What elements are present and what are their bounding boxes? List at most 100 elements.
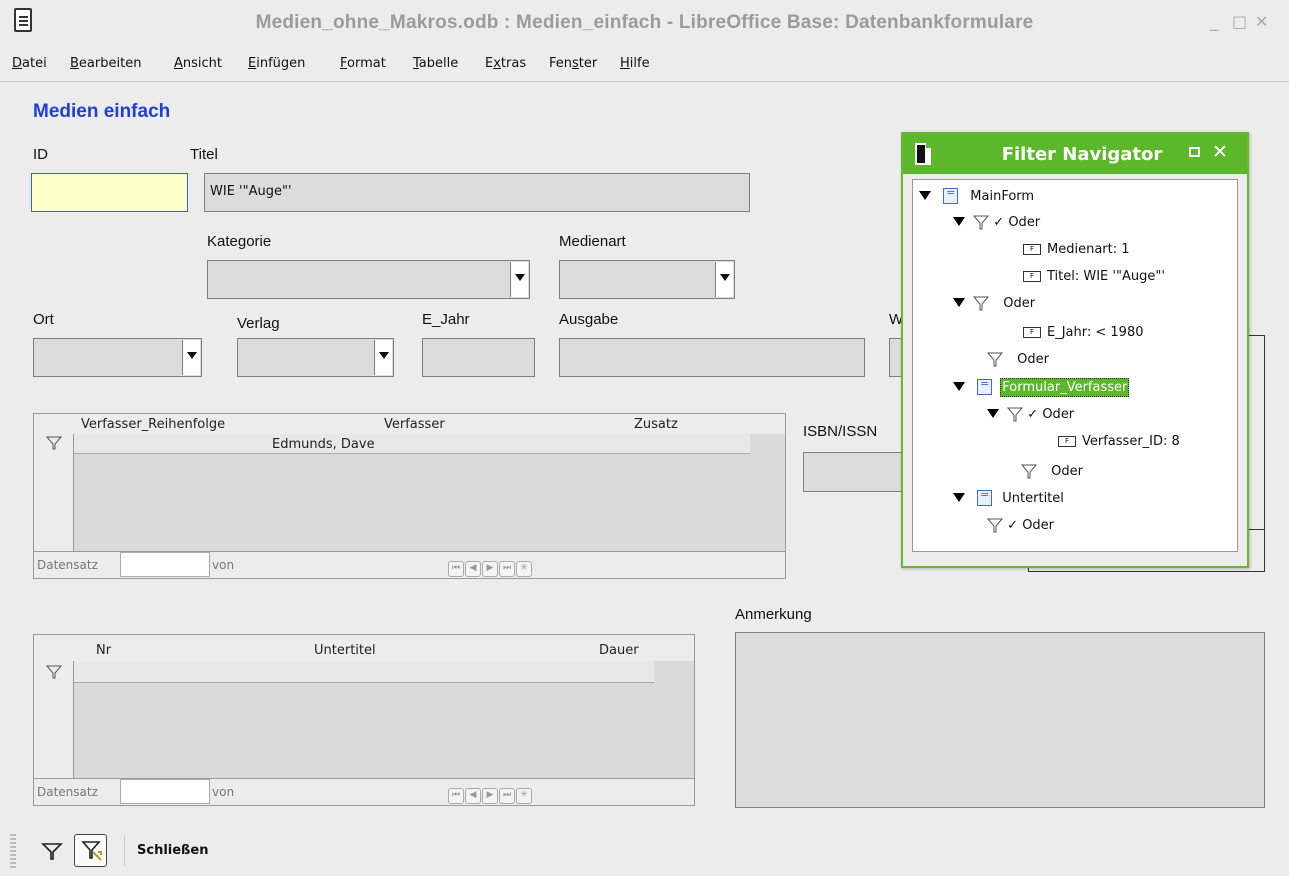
previous-record-icon[interactable]: ◀: [465, 788, 481, 804]
record-number-field[interactable]: [120, 779, 210, 804]
filter-row-icon: [46, 665, 62, 679]
tree-label: Verfasser_ID: 8: [1082, 434, 1180, 449]
new-record-icon[interactable]: ✳: [516, 561, 532, 577]
tree-item-condition[interactable]: F E_Jahr: < 1980: [1023, 325, 1144, 340]
maximize-icon[interactable]: [1189, 147, 1200, 157]
previous-record-icon[interactable]: ◀: [465, 561, 481, 577]
menu-datei[interactable]: Datei: [12, 56, 47, 71]
toolbar-grip[interactable]: [10, 834, 16, 868]
expand-triangle-icon[interactable]: [919, 190, 931, 200]
row-header-column: [34, 434, 74, 551]
tree-item-condition[interactable]: F Verfasser_ID: 8: [1058, 434, 1180, 449]
last-record-icon[interactable]: ⏭: [499, 561, 515, 577]
first-record-icon[interactable]: ⏮: [448, 788, 464, 804]
menu-einfuegen[interactable]: Einfügen: [248, 56, 305, 71]
expand-triangle-icon[interactable]: [953, 381, 965, 391]
ausgabe-label: Ausgabe: [559, 311, 619, 328]
column-header[interactable]: Verfasser_Reihenfolge: [81, 417, 225, 432]
record-number-field[interactable]: [120, 552, 210, 577]
menu-hilfe[interactable]: Hilfe: [620, 56, 650, 71]
tree-item-condition[interactable]: F Medienart: 1: [1023, 242, 1130, 257]
tree-item-condition[interactable]: F Titel: WIE '"Auge"': [1023, 269, 1165, 284]
chevron-down-icon[interactable]: [182, 340, 200, 375]
verfasser-grid[interactable]: Verfasser_Reihenfolge Verfasser Zusatz E…: [33, 413, 786, 579]
chevron-down-icon[interactable]: [374, 340, 392, 375]
close-window-button[interactable]: ✕: [1255, 12, 1268, 31]
expand-triangle-icon[interactable]: [953, 492, 965, 502]
tree-item-oder[interactable]: ✓ Oder: [953, 215, 1040, 230]
filter-navigator-titlebar[interactable]: Filter Navigator ✕: [903, 134, 1247, 174]
menu-tabelle[interactable]: Tabelle: [413, 56, 458, 71]
table-row[interactable]: [74, 661, 654, 683]
new-record-icon[interactable]: ✳: [516, 788, 532, 804]
column-header[interactable]: Dauer: [599, 643, 639, 658]
maximize-button[interactable]: □: [1232, 12, 1247, 31]
apply-filter-icon[interactable]: [41, 841, 63, 861]
kategorie-label: Kategorie: [207, 233, 272, 250]
expand-triangle-icon[interactable]: [987, 409, 999, 418]
field-icon: F: [1023, 327, 1041, 338]
tree-item-oder[interactable]: ✓ Oder: [987, 518, 1054, 533]
first-record-icon[interactable]: ⏮: [448, 561, 464, 577]
tree-item-oder[interactable]: Oder: [987, 352, 1049, 367]
expand-triangle-icon[interactable]: [953, 217, 965, 226]
column-header[interactable]: Zusatz: [634, 417, 678, 432]
chevron-down-icon[interactable]: [510, 262, 528, 297]
chevron-down-icon[interactable]: [715, 262, 733, 297]
field-icon: F: [1058, 436, 1076, 447]
verlag-combo[interactable]: [237, 338, 394, 377]
tree-label: Oder: [1022, 518, 1055, 533]
menu-ansicht[interactable]: Ansicht: [174, 56, 222, 71]
kategorie-combo[interactable]: [207, 260, 530, 299]
tree-item-formular-verfasser[interactable]: Formular_Verfasser: [953, 377, 1130, 397]
e-jahr-field[interactable]: [422, 338, 535, 377]
menu-bearbeiten[interactable]: Bearbeiten: [70, 56, 141, 71]
table-row[interactable]: [74, 434, 750, 454]
column-header[interactable]: Nr: [96, 643, 111, 658]
menu-fenster[interactable]: Fenster: [549, 56, 597, 71]
filter-funnel-icon: [987, 352, 1003, 367]
tree-label: Oder: [1051, 464, 1083, 479]
column-header[interactable]: Verfasser: [384, 417, 445, 432]
filter-navigator-toggle-button[interactable]: [74, 834, 107, 867]
toolbar-separator: [124, 836, 125, 866]
tree-label: Untertitel: [1002, 490, 1064, 506]
e-jahr-label: E_Jahr: [422, 311, 470, 328]
isbn-field[interactable]: [803, 452, 913, 492]
ausgabe-field[interactable]: [559, 338, 865, 377]
nav-buttons: ⏮ ◀ ▶ ⏭ ✳: [448, 782, 533, 804]
tree-item-mainform[interactable]: MainForm: [919, 186, 1034, 204]
expand-triangle-icon[interactable]: [953, 298, 965, 307]
close-icon[interactable]: ✕: [1212, 141, 1228, 163]
tree-item-untertitel[interactable]: Untertitel: [953, 488, 1064, 506]
column-header[interactable]: Untertitel: [314, 643, 376, 658]
next-record-icon[interactable]: ▶: [482, 561, 498, 577]
menu-format[interactable]: Format: [340, 56, 386, 71]
close-filter-button[interactable]: Schließen: [137, 843, 208, 858]
tree-label: Medienart: 1: [1047, 242, 1130, 257]
tree-label: E_Jahr: < 1980: [1047, 325, 1144, 340]
anmerkung-field[interactable]: [735, 632, 1265, 808]
form-filter-toolbar: Schließen: [0, 826, 1289, 876]
verfasser-cell[interactable]: Edmunds, Dave: [272, 437, 375, 452]
titel-field[interactable]: WIE '"Auge"': [204, 173, 750, 212]
last-record-icon[interactable]: ⏭: [499, 788, 515, 804]
ort-combo[interactable]: [33, 338, 202, 377]
menu-extras[interactable]: Extras: [485, 56, 526, 71]
tree-item-oder[interactable]: Oder: [953, 296, 1035, 311]
filter-tree[interactable]: MainForm ✓ Oder F Medienart: 1 F Titel: WI…: [912, 179, 1238, 552]
filter-funnel-icon: [1021, 464, 1037, 479]
medienart-label: Medienart: [559, 233, 626, 250]
untertitel-grid[interactable]: Nr Untertitel Dauer Datensatz von ⏮ ◀ ▶ ⏭ ✳: [33, 634, 695, 806]
minimize-button[interactable]: _: [1210, 12, 1218, 31]
checkmark-icon: ✓: [1027, 407, 1039, 422]
nav-buttons: ⏮ ◀ ▶ ⏭ ✳: [448, 555, 533, 577]
tree-item-oder[interactable]: Oder: [1021, 464, 1083, 479]
medienart-combo[interactable]: [559, 260, 735, 299]
checkmark-icon: ✓: [1007, 518, 1019, 533]
next-record-icon[interactable]: ▶: [482, 788, 498, 804]
id-field[interactable]: [31, 173, 188, 212]
tree-item-oder[interactable]: ✓ Oder: [987, 407, 1074, 422]
filter-funnel-icon: [1007, 407, 1024, 422]
filter-navigator-window[interactable]: Filter Navigator ✕ MainForm ✓ Oder F Medi…: [901, 132, 1249, 568]
